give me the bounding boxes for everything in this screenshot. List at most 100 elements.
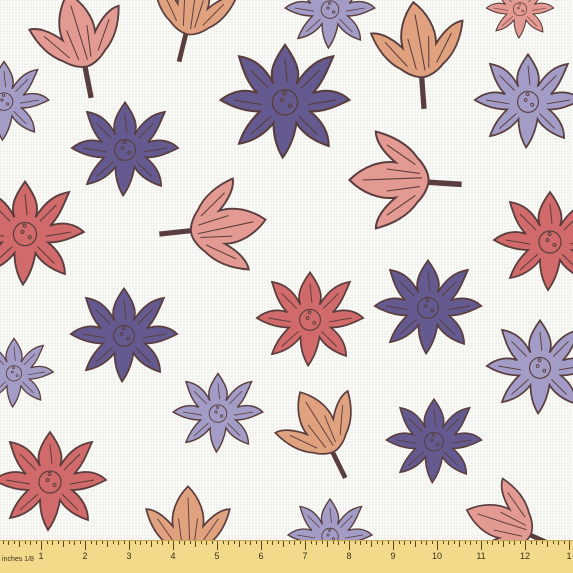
ruler-unit-label: inches 1/8: [2, 556, 34, 563]
ruler-tick: [118, 541, 119, 545]
ruler-tick: [283, 541, 284, 547]
lotus-bud: [146, 486, 230, 540]
lotus-open: [385, 398, 483, 484]
lotus-open: [172, 372, 264, 453]
ruler-tick: [266, 541, 268, 544]
lotus-bud: [264, 371, 385, 497]
ruler-number: 8: [346, 551, 352, 561]
ruler-tick: [475, 541, 477, 544]
ruler-tick: [481, 541, 482, 550]
ruler-tick: [272, 541, 273, 545]
ruler-tick: [239, 541, 240, 547]
ruler-tick: [327, 541, 328, 547]
lotus-open: [255, 271, 365, 367]
lotus-open: [287, 498, 373, 540]
ruler-tick: [189, 541, 191, 544]
ruler-tick: [90, 541, 92, 544]
ruler-tick: [96, 541, 97, 545]
ruler-number: 1: [38, 551, 44, 561]
lotus-bud: [453, 471, 573, 540]
ruler-tick: [420, 541, 422, 544]
measuring-ruler: inches 1/8 1 2 3 4 5 6 7 8 9 10 11 12 1: [0, 540, 573, 573]
ruler-tick: [167, 541, 169, 544]
lotus-open: [0, 60, 50, 141]
ruler-tick: [514, 541, 515, 545]
ruler-tick: [13, 541, 15, 544]
ruler-tick: [277, 541, 279, 544]
ruler-tick: [415, 541, 416, 547]
ruler-number: 12: [519, 551, 531, 561]
ruler-tick: [30, 541, 31, 545]
ruler-tick: [261, 541, 262, 550]
ruler-tick: [519, 541, 521, 544]
lotus-bud: [349, 132, 461, 229]
ruler-tick: [387, 541, 389, 544]
ruler-tick: [316, 541, 317, 545]
ruler-number: 7: [302, 551, 308, 561]
lotus-open: [485, 0, 555, 39]
ruler-tick: [79, 541, 81, 544]
ruler-number: 10: [431, 551, 443, 561]
ruler-tick: [310, 541, 312, 544]
ruler-tick: [437, 541, 438, 550]
lotus-open: [0, 180, 85, 286]
ruler-tick: [123, 541, 125, 544]
ruler-tick: [442, 541, 444, 544]
ruler-tick: [288, 541, 290, 544]
ruler-tick: [8, 541, 9, 545]
lotus-open: [373, 259, 483, 355]
ruler-tick: [63, 541, 64, 547]
ruler-tick: [156, 541, 158, 544]
ruler-tick: [85, 541, 86, 550]
ruler-tick: [371, 541, 372, 547]
lotus-open: [473, 53, 573, 149]
ruler-tick: [492, 541, 493, 545]
ruler-tick: [244, 541, 246, 544]
ruler-tick: [343, 541, 345, 544]
ruler-number: 11: [476, 551, 486, 561]
ruler-tick: [173, 541, 174, 550]
ruler-number: 4: [170, 551, 176, 561]
fabric-swatch: inches 1/8 1 2 3 4 5 6 7 8 9 10 11 12 1: [0, 0, 573, 573]
ruler-tick: [206, 541, 207, 545]
ruler-tick: [426, 541, 427, 545]
ruler-tick: [112, 541, 114, 544]
ruler-tick: [74, 541, 75, 545]
ruler-tick: [569, 541, 570, 550]
lotus-pattern: [0, 0, 573, 540]
ruler-tick: [382, 541, 383, 545]
lotus-open: [70, 101, 180, 197]
lotus-open: [284, 0, 376, 49]
ruler-tick: [409, 541, 411, 544]
ruler-number: 3: [126, 551, 132, 561]
ruler-tick: [508, 541, 510, 544]
ruler-tick: [46, 541, 48, 544]
lotus-open: [0, 431, 107, 531]
ruler-tick: [558, 541, 559, 545]
ruler-tick: [217, 541, 218, 550]
ruler-tick: [404, 541, 405, 545]
ruler-tick: [305, 541, 306, 550]
ruler-tick: [365, 541, 367, 544]
ruler-tick: [431, 541, 433, 544]
ruler-tick: [321, 541, 323, 544]
ruler-tick: [52, 541, 53, 545]
ruler-tick: [338, 541, 339, 545]
ruler-tick: [299, 541, 301, 544]
ruler-tick: [294, 541, 295, 545]
ruler-tick: [360, 541, 361, 545]
ruler-tick: [41, 541, 42, 550]
lotus-open: [0, 337, 54, 408]
lotus-open: [485, 319, 573, 415]
ruler-tick: [107, 541, 108, 547]
ruler-tick: [35, 541, 37, 544]
ruler-tick: [563, 541, 565, 544]
ruler-number: 9: [390, 551, 396, 561]
ruler-tick: [552, 541, 554, 544]
ruler-number: 2: [82, 551, 88, 561]
ruler-tick: [129, 541, 130, 550]
ruler-tick: [250, 541, 251, 545]
ruler-tick: [393, 541, 394, 550]
ruler-tick: [184, 541, 185, 545]
ruler-tick: [536, 541, 537, 545]
